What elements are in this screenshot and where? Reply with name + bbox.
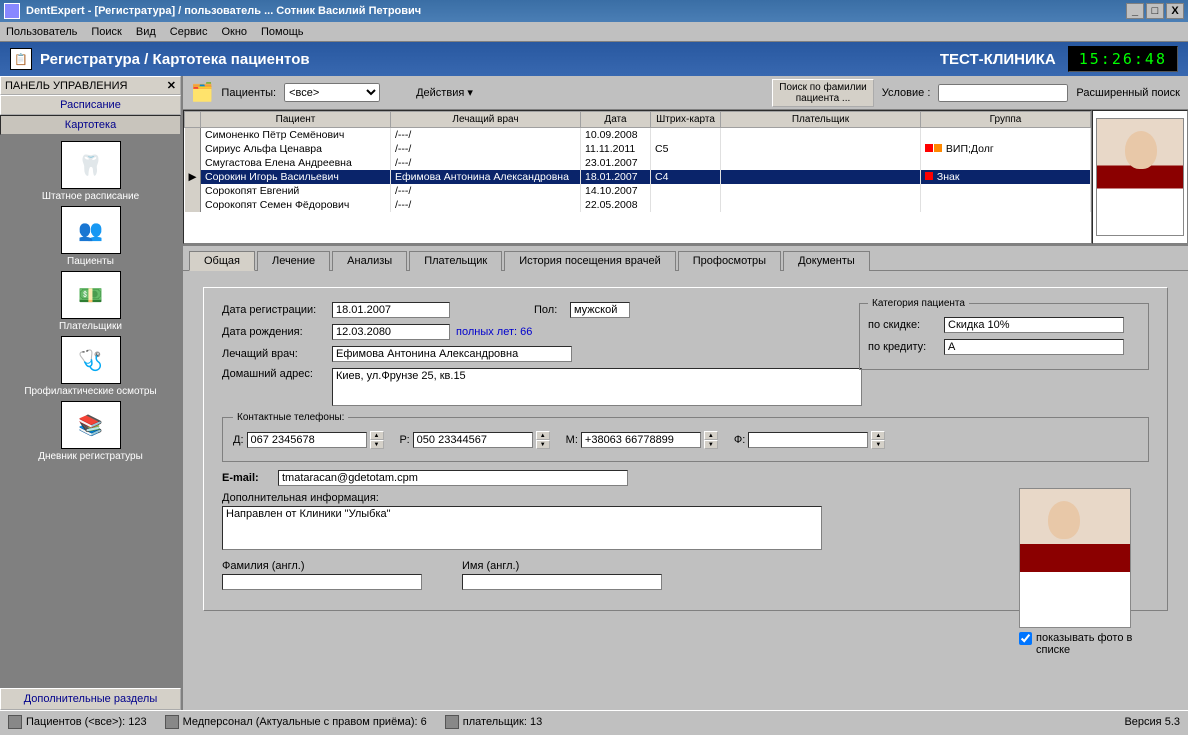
- patient-form: Категория пациента по скидке: по кредиту…: [183, 270, 1188, 710]
- toolbar: 🗂️ Пациенты: <все> Действия ▾ Поиск по ф…: [183, 76, 1188, 110]
- patients-grid[interactable]: ПациентЛечащий врачДатаШтрих-картаПлател…: [183, 110, 1092, 244]
- table-row[interactable]: Смугастова Елена Андреевна/---/23.01.200…: [185, 156, 1091, 170]
- side-panel-footer[interactable]: Дополнительные разделы: [0, 688, 181, 710]
- patients-icon: [8, 715, 22, 729]
- phones-fieldset: Контактные телефоны: Д:▲▼ Р:▲▼ М:▲▼ Ф:▲▼: [222, 412, 1149, 462]
- reg-date-input[interactable]: [332, 302, 450, 318]
- maximize-button[interactable]: □: [1146, 3, 1164, 19]
- portrait-image: [1019, 488, 1131, 628]
- patients-filter-select[interactable]: <все>: [284, 83, 380, 102]
- patients-label: Пациенты:: [221, 87, 276, 99]
- tab[interactable]: Плательщик: [409, 251, 502, 271]
- thumb-icon: 📚: [61, 401, 121, 449]
- grid-header[interactable]: Дата: [581, 112, 651, 128]
- menu-Вид[interactable]: Вид: [136, 26, 156, 38]
- side-item[interactable]: 🩺Профилактические осмотры: [6, 336, 175, 397]
- table-row[interactable]: Сорокопят Семен Фёдорович/---/22.05.2008: [185, 198, 1091, 212]
- tab[interactable]: Общая: [189, 251, 255, 271]
- extended-search-link[interactable]: Расширенный поиск: [1076, 87, 1180, 99]
- page-title: Регистратура / Картотека пациентов: [40, 51, 310, 68]
- side-category[interactable]: Расписание: [0, 95, 181, 115]
- firstname-en-input[interactable]: [462, 574, 662, 590]
- side-panel-title: ПАНЕЛЬ УПРАВЛЕНИЯ ✕: [0, 76, 181, 95]
- portrait-image: [1096, 118, 1184, 236]
- birth-date-input[interactable]: [332, 324, 450, 340]
- side-item[interactable]: 📚Дневник регистратуры: [6, 401, 175, 462]
- doctor-input[interactable]: [332, 346, 572, 362]
- grid-header[interactable]: Штрих-карта: [651, 112, 721, 128]
- condition-label: Условие :: [882, 87, 931, 99]
- tab[interactable]: Лечение: [257, 251, 330, 271]
- credit-input[interactable]: [944, 339, 1124, 355]
- discount-input[interactable]: [944, 317, 1124, 333]
- address-input[interactable]: [332, 368, 862, 406]
- side-category[interactable]: Картотека: [0, 115, 181, 135]
- tab[interactable]: Документы: [783, 251, 870, 271]
- tab[interactable]: Профосмотры: [678, 251, 781, 271]
- window-title: DentExpert - [Регистратура] / пользовате…: [26, 5, 421, 17]
- app-icon: [4, 3, 20, 19]
- spin-down-icon[interactable]: ▼: [370, 440, 384, 449]
- thumb-icon: 👥: [61, 206, 121, 254]
- cards-icon: 🗂️: [191, 82, 213, 103]
- table-row[interactable]: Сорокопят Евгений/---/14.10.2007: [185, 184, 1091, 198]
- side-panel-close-icon[interactable]: ✕: [167, 79, 176, 92]
- menu-Окно[interactable]: Окно: [221, 26, 247, 38]
- detail-tabs: ОбщаяЛечениеАнализыПлательщикИстория пос…: [183, 246, 1188, 270]
- age-label: полных лет: 66: [456, 326, 532, 338]
- menu-Сервис[interactable]: Сервис: [170, 26, 208, 38]
- sex-input[interactable]: [570, 302, 630, 318]
- side-item[interactable]: 🦷Штатное расписание: [6, 141, 175, 202]
- app-header: 📋 Регистратура / Картотека пациентов ТЕС…: [0, 42, 1188, 76]
- phone-m-input[interactable]: [581, 432, 701, 448]
- phone-d-input[interactable]: [247, 432, 367, 448]
- show-photo-checkbox[interactable]: [1019, 632, 1032, 645]
- extra-info-input[interactable]: [222, 506, 822, 550]
- window-titlebar: DentExpert - [Регистратура] / пользовате…: [0, 0, 1188, 22]
- clock: 15:26:48: [1068, 46, 1178, 72]
- staff-icon: [165, 715, 179, 729]
- thumb-icon: 🦷: [61, 141, 121, 189]
- clinic-name: ТЕСТ-КЛИНИКА: [940, 51, 1056, 68]
- table-row[interactable]: ▶Сорокин Игорь ВасильевичЕфимова Антонин…: [185, 170, 1091, 184]
- side-item[interactable]: 👥Пациенты: [6, 206, 175, 267]
- payer-icon: [445, 715, 459, 729]
- condition-input[interactable]: [938, 84, 1068, 102]
- menu-Пользователь[interactable]: Пользователь: [6, 26, 77, 38]
- side-panel-items: 🦷Штатное расписание👥Пациенты💵Плательщики…: [0, 135, 181, 688]
- statusbar: Пациентов (<все>): 123 Медперсонал (Акту…: [0, 710, 1188, 732]
- grid-header[interactable]: Лечащий врач: [391, 112, 581, 128]
- search-by-lastname-button[interactable]: Поиск по фамилиипациента ...: [772, 79, 874, 107]
- header-icon: 📋: [10, 48, 32, 70]
- thumb-icon: 🩺: [61, 336, 121, 384]
- actions-menu[interactable]: Действия ▾: [416, 86, 473, 99]
- form-photo: показывать фото в списке: [1019, 488, 1139, 656]
- menu-Помощь[interactable]: Помощь: [261, 26, 304, 38]
- menubar: Пользователь Поиск Вид Сервис Окно Помощь: [0, 22, 1188, 42]
- email-input[interactable]: [278, 470, 628, 486]
- side-panel: ПАНЕЛЬ УПРАВЛЕНИЯ ✕ РасписаниеКартотека …: [0, 76, 183, 710]
- lastname-en-input[interactable]: [222, 574, 422, 590]
- phone-r-input[interactable]: [413, 432, 533, 448]
- minimize-button[interactable]: _: [1126, 3, 1144, 19]
- grid-header[interactable]: Группа: [921, 112, 1091, 128]
- patient-category-box: Категория пациента по скидке: по кредиту…: [859, 298, 1149, 370]
- spin-up-icon[interactable]: ▲: [370, 431, 384, 440]
- thumb-icon: 💵: [61, 271, 121, 319]
- phone-f-input[interactable]: [748, 432, 868, 448]
- menu-Поиск[interactable]: Поиск: [91, 26, 121, 38]
- patient-photo-preview: [1092, 110, 1188, 244]
- grid-header[interactable]: Пациент: [201, 112, 391, 128]
- table-row[interactable]: Сириус Альфа Ценавра/---/11.11.2011C5 ВИ…: [185, 142, 1091, 156]
- grid-header[interactable]: Плательщик: [721, 112, 921, 128]
- close-button[interactable]: X: [1166, 3, 1184, 19]
- tab[interactable]: История посещения врачей: [504, 251, 676, 271]
- side-item[interactable]: 💵Плательщики: [6, 271, 175, 332]
- table-row[interactable]: Симоненко Пётр Семёнович/---/10.09.2008: [185, 128, 1091, 143]
- tab[interactable]: Анализы: [332, 251, 407, 271]
